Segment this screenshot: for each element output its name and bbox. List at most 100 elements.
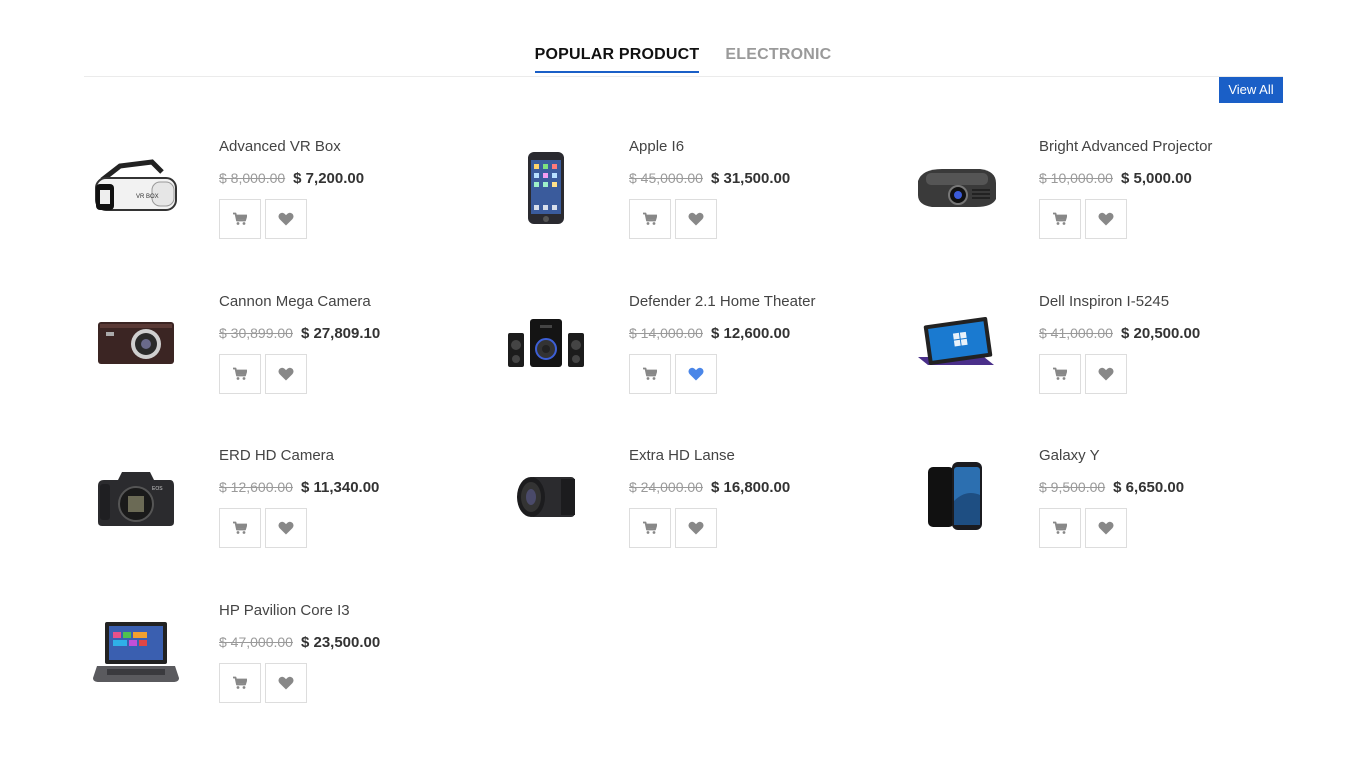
product-info: Apple I6 $ 45,000.00 $ 31,500.00 [629, 138, 790, 239]
product-name[interactable]: Defender 2.1 Home Theater [629, 293, 816, 311]
add-to-cart-button[interactable] [219, 354, 261, 394]
product-actions [1039, 354, 1200, 394]
add-to-cart-button[interactable] [629, 508, 671, 548]
product-name[interactable]: ERD HD Camera [219, 447, 379, 465]
product-name[interactable]: Apple I6 [629, 138, 790, 156]
add-to-wishlist-button[interactable] [675, 199, 717, 239]
product-tabs: POPULAR PRODUCT ELECTRONIC [0, 46, 1366, 73]
product-actions [629, 199, 790, 239]
add-to-wishlist-button[interactable] [675, 354, 717, 394]
product-info: Cannon Mega Camera $ 30,899.00 $ 27,809.1… [219, 293, 380, 394]
product-prices: $ 47,000.00 $ 23,500.00 [219, 634, 380, 652]
add-to-wishlist-button[interactable] [1085, 199, 1127, 239]
product-card: HP Pavilion Core I3 $ 47,000.00 $ 23,500.… [84, 602, 484, 732]
product-prices: $ 24,000.00 $ 16,800.00 [629, 479, 790, 497]
dslr-camera-image[interactable]: EOS [84, 447, 188, 547]
projector-image[interactable] [904, 138, 1008, 238]
product-actions [219, 354, 380, 394]
product-actions [219, 508, 379, 548]
sale-price: $ 6,650.00 [1113, 479, 1185, 496]
sale-price: $ 5,000.00 [1120, 170, 1192, 187]
old-price: $ 24,000.00 [629, 479, 703, 495]
product-prices: $ 8,000.00 $ 7,200.00 [219, 170, 364, 188]
product-info: ERD HD Camera $ 12,600.00 $ 11,340.00 [219, 447, 379, 548]
compact-camera-image[interactable] [84, 293, 188, 393]
product-prices: $ 12,600.00 $ 11,340.00 [219, 479, 379, 497]
product-card: Defender 2.1 Home Theater $ 14,000.00 $ 1… [494, 293, 894, 423]
add-to-wishlist-button[interactable] [1085, 354, 1127, 394]
add-to-cart-button[interactable] [629, 199, 671, 239]
svg-text:EOS: EOS [152, 486, 163, 492]
product-actions [629, 508, 790, 548]
add-to-wishlist-button[interactable] [265, 663, 307, 703]
product-name[interactable]: Bright Advanced Projector [1039, 138, 1212, 156]
product-card: Bright Advanced Projector $ 10,000.00 $ 5… [904, 138, 1304, 268]
camera-lens-image[interactable] [494, 447, 598, 547]
add-to-cart-button[interactable] [629, 354, 671, 394]
product-card: Galaxy Y $ 9,500.00 $ 6,650.00 [904, 447, 1304, 577]
old-price: $ 12,600.00 [219, 479, 293, 495]
product-name[interactable]: Galaxy Y [1039, 447, 1184, 465]
product-name[interactable]: Extra HD Lanse [629, 447, 790, 465]
add-to-wishlist-button[interactable] [675, 508, 717, 548]
product-card: VR BOX Advanced VR Box $ 8,000.00 $ 7,200… [84, 138, 484, 268]
tab-electronic[interactable]: ELECTRONIC [725, 46, 831, 73]
old-price: $ 10,000.00 [1039, 170, 1113, 186]
view-all-button[interactable]: View All [1219, 77, 1283, 103]
product-name[interactable]: HP Pavilion Core I3 [219, 602, 380, 620]
old-price: $ 47,000.00 [219, 634, 293, 650]
old-price: $ 30,899.00 [219, 325, 293, 341]
sale-price: $ 31,500.00 [710, 170, 791, 187]
product-info: Dell Inspiron I-5245 $ 41,000.00 $ 20,500… [1039, 293, 1200, 394]
product-info: Bright Advanced Projector $ 10,000.00 $ 5… [1039, 138, 1212, 239]
add-to-cart-button[interactable] [219, 508, 261, 548]
add-to-wishlist-button[interactable] [265, 354, 307, 394]
old-price: $ 9,500.00 [1039, 479, 1106, 495]
product-card: Extra HD Lanse $ 24,000.00 $ 16,800.00 [494, 447, 894, 577]
product-name[interactable]: Advanced VR Box [219, 138, 364, 156]
tabs-divider [84, 76, 1283, 77]
add-to-wishlist-button[interactable] [265, 508, 307, 548]
laptop-image[interactable] [84, 602, 188, 702]
product-prices: $ 45,000.00 $ 31,500.00 [629, 170, 790, 188]
product-prices: $ 9,500.00 $ 6,650.00 [1039, 479, 1184, 497]
speakers-image[interactable] [494, 293, 598, 393]
product-info: Extra HD Lanse $ 24,000.00 $ 16,800.00 [629, 447, 790, 548]
vr-headset-image[interactable]: VR BOX [84, 138, 188, 238]
product-actions [629, 354, 816, 394]
product-prices: $ 10,000.00 $ 5,000.00 [1039, 170, 1212, 188]
product-info: Galaxy Y $ 9,500.00 $ 6,650.00 [1039, 447, 1184, 548]
product-info: Advanced VR Box $ 8,000.00 $ 7,200.00 [219, 138, 364, 239]
product-info: HP Pavilion Core I3 $ 47,000.00 $ 23,500.… [219, 602, 380, 703]
product-actions [219, 199, 364, 239]
add-to-cart-button[interactable] [1039, 508, 1081, 548]
sale-price: $ 11,340.00 [300, 479, 380, 496]
product-card: Cannon Mega Camera $ 30,899.00 $ 27,809.1… [84, 293, 484, 423]
product-name[interactable]: Dell Inspiron I-5245 [1039, 293, 1200, 311]
product-info: Defender 2.1 Home Theater $ 14,000.00 $ 1… [629, 293, 816, 394]
add-to-cart-button[interactable] [219, 663, 261, 703]
old-price: $ 8,000.00 [219, 170, 286, 186]
add-to-wishlist-button[interactable] [265, 199, 307, 239]
sale-price: $ 23,500.00 [300, 634, 381, 651]
product-prices: $ 30,899.00 $ 27,809.10 [219, 325, 380, 343]
add-to-cart-button[interactable] [219, 199, 261, 239]
product-actions [1039, 508, 1184, 548]
sale-price: $ 7,200.00 [293, 170, 365, 187]
galaxy-phone-image[interactable] [904, 447, 1008, 547]
old-price: $ 41,000.00 [1039, 325, 1113, 341]
add-to-cart-button[interactable] [1039, 354, 1081, 394]
add-to-wishlist-button[interactable] [1085, 508, 1127, 548]
product-actions [219, 663, 380, 703]
product-name[interactable]: Cannon Mega Camera [219, 293, 380, 311]
product-prices: $ 41,000.00 $ 20,500.00 [1039, 325, 1200, 343]
svg-text:VR BOX: VR BOX [136, 194, 159, 200]
product-prices: $ 14,000.00 $ 12,600.00 [629, 325, 816, 343]
smartphone-image[interactable] [494, 138, 598, 238]
add-to-cart-button[interactable] [1039, 199, 1081, 239]
tablet-laptop-image[interactable] [904, 293, 1008, 393]
sale-price: $ 12,600.00 [710, 325, 791, 342]
sale-price: $ 20,500.00 [1120, 325, 1201, 342]
tab-popular-product[interactable]: POPULAR PRODUCT [534, 46, 700, 73]
old-price: $ 14,000.00 [629, 325, 703, 341]
